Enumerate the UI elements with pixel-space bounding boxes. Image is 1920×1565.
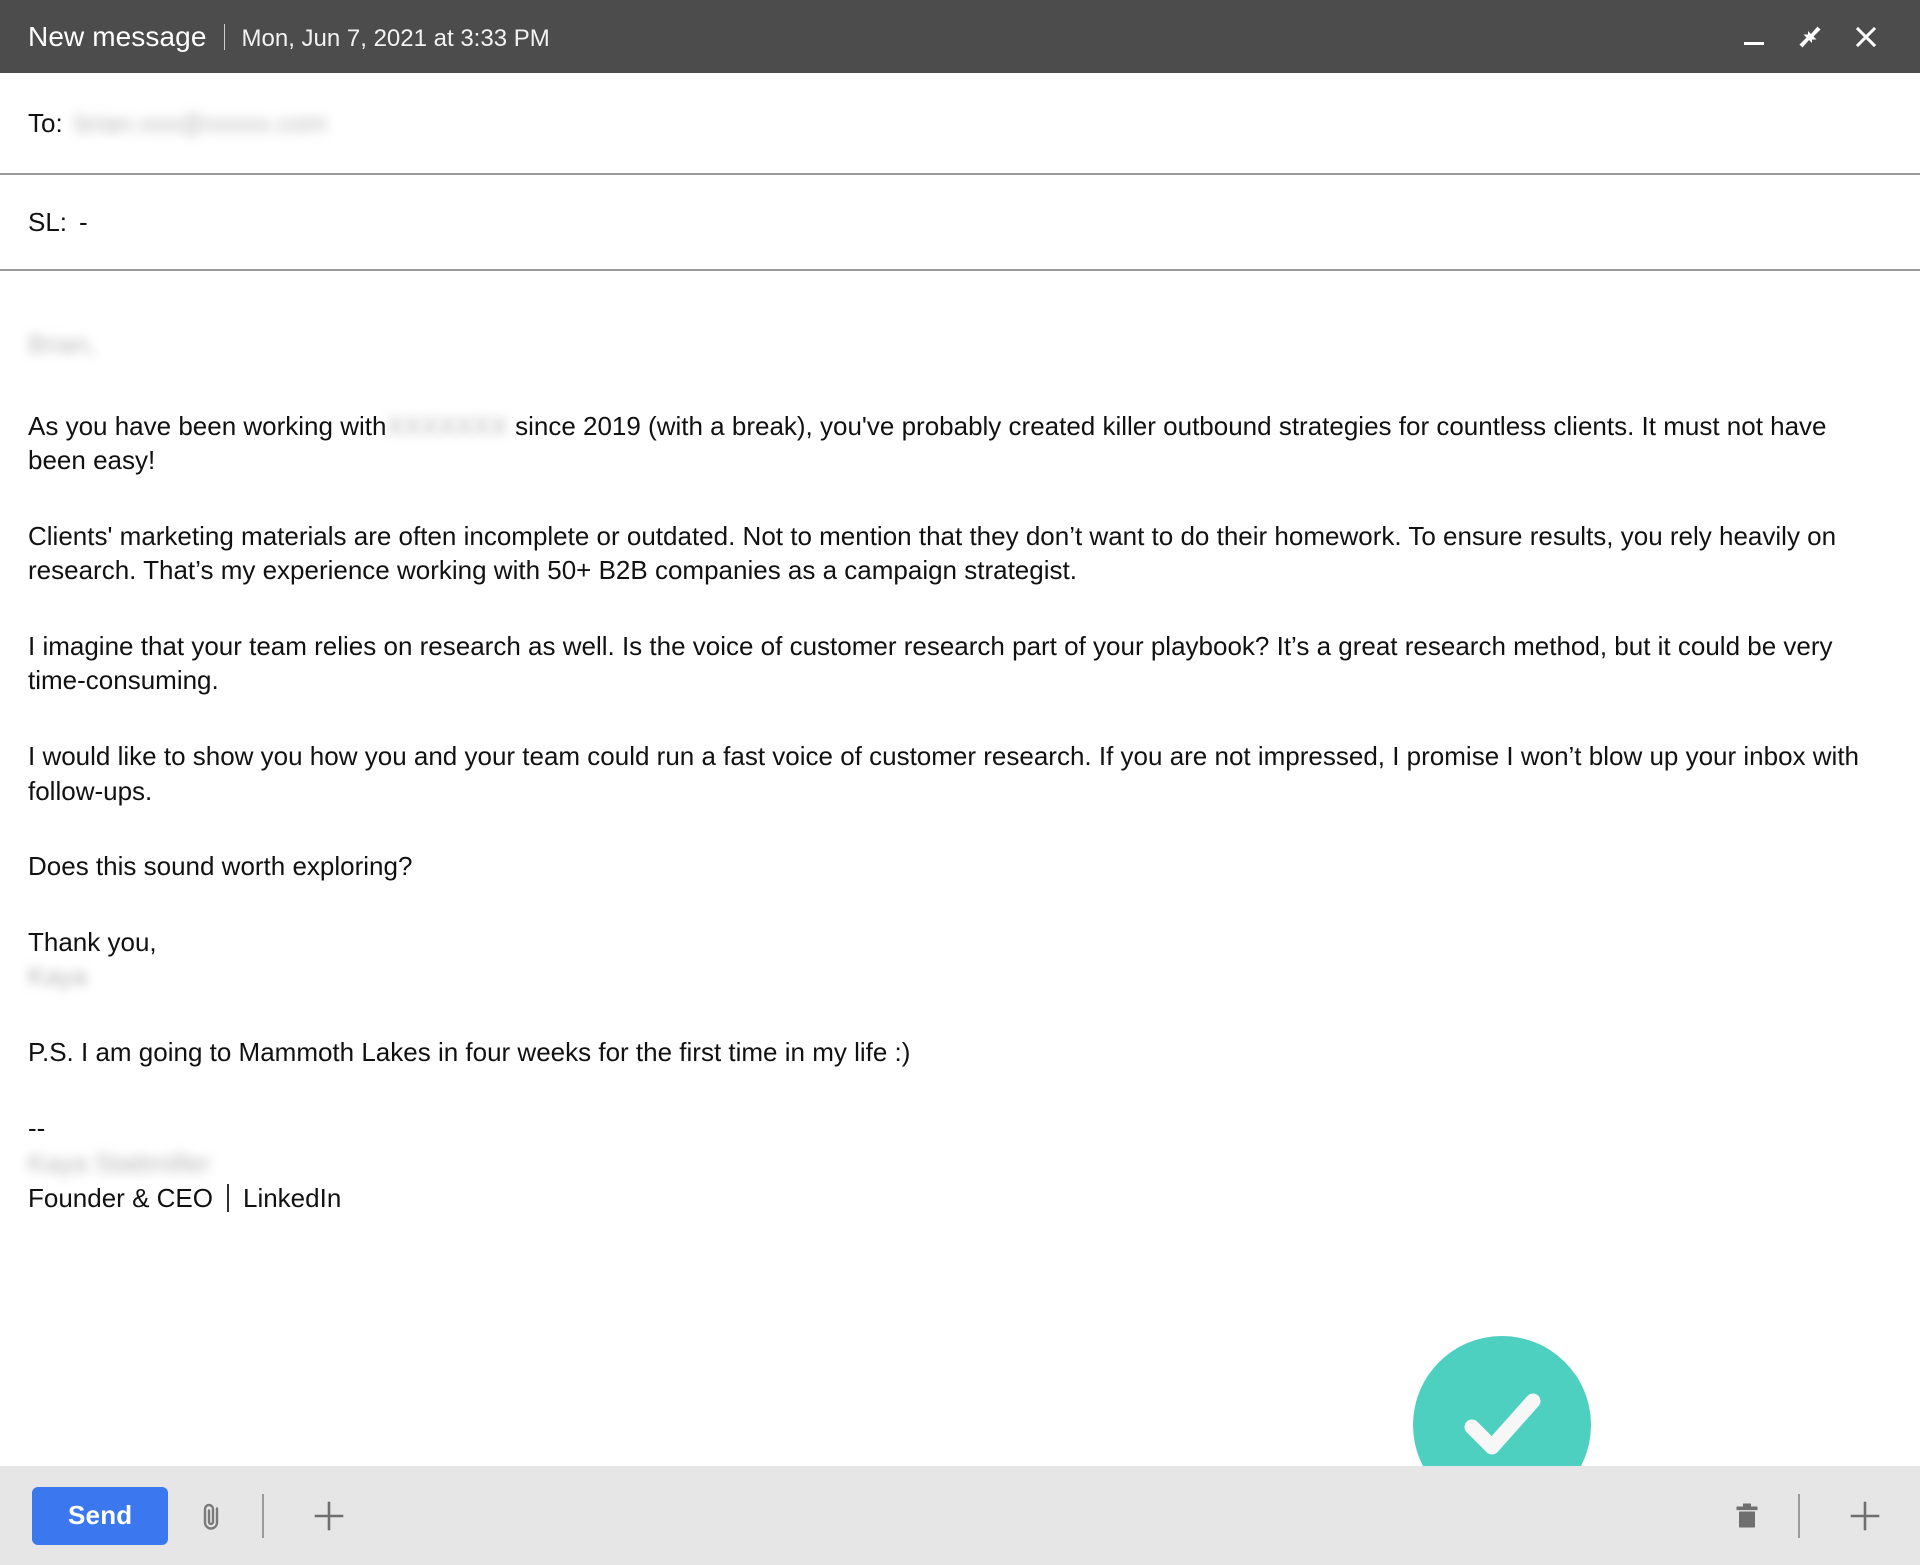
message-timestamp: Mon, Jun 7, 2021 at 3:33 PM: [241, 25, 550, 52]
signature-linkedin-link[interactable]: LinkedIn: [243, 1181, 341, 1216]
body-signer-name: Kaya: [28, 961, 88, 992]
success-check-icon: [1448, 1371, 1556, 1466]
close-icon: [1851, 22, 1881, 52]
compose-window: New message Mon, Jun 7, 2021 at 3:33 PM: [0, 0, 1920, 1565]
delete-draft-button[interactable]: [1718, 1487, 1776, 1545]
paragraph-1-lead: As you have been working with: [28, 410, 387, 441]
window-titlebar: New message Mon, Jun 7, 2021 at 3:33 PM: [0, 0, 1920, 73]
toolbar-divider-left: [262, 1493, 265, 1538]
message-body-area[interactable]: Brian, As you have been working withXXXX…: [0, 271, 1920, 1466]
collapse-inward-icon: [1795, 22, 1825, 52]
signature-dashes: --: [28, 1112, 46, 1143]
minimize-icon: [1739, 22, 1769, 52]
signature-separator: [226, 1183, 229, 1212]
subject-line-value: -: [79, 206, 88, 237]
paragraph-1-redacted-company: XXXXXXX: [386, 410, 508, 441]
collapse-button[interactable]: [1782, 9, 1838, 65]
to-label: To:: [28, 107, 63, 138]
window-controls: [1726, 9, 1894, 65]
to-recipient-value: brian.xxx@xxxxx.com: [74, 107, 327, 138]
window-title-group: New message Mon, Jun 7, 2021 at 3:33 PM: [28, 20, 550, 53]
subject-line-field-row[interactable]: SL: -: [0, 175, 1920, 271]
body-closing: Thank you,: [28, 926, 157, 957]
body-paragraph-1: As you have been working withXXXXXXX sin…: [28, 409, 1868, 478]
paperclip-icon: [194, 1499, 228, 1533]
body-paragraph-2: Clients' marketing materials are often i…: [28, 520, 1837, 586]
trash-icon: [1730, 1499, 1764, 1533]
body-closing-block: Thank you, Kaya: [28, 925, 1888, 995]
success-check-badge: [1413, 1336, 1591, 1466]
compose-toolbar: Send: [0, 1466, 1920, 1565]
attach-file-button[interactable]: [182, 1487, 240, 1545]
add-right-button[interactable]: [1836, 1487, 1894, 1545]
signature-block: -- Kaya Stattmiller Founder & CEO Linked…: [28, 1111, 1888, 1215]
signature-role: Founder & CEO: [28, 1182, 213, 1213]
subject-line-label: SL:: [28, 206, 68, 237]
email-body: Brian, As you have been working withXXXX…: [28, 327, 1888, 1215]
body-postscript: P.S. I am going to Mammoth Lakes in four…: [28, 1037, 911, 1068]
minimize-button[interactable]: [1726, 9, 1782, 65]
signature-name: Kaya Stattmiller: [28, 1147, 211, 1178]
body-greeting: Brian,: [28, 329, 96, 359]
page-title: New message: [28, 21, 207, 52]
plus-icon: [1846, 1497, 1884, 1535]
plus-icon: [310, 1497, 348, 1535]
body-paragraph-4: I would like to show you how you and you…: [28, 741, 1860, 806]
title-divider: [223, 24, 225, 50]
close-button[interactable]: [1838, 9, 1894, 65]
body-paragraph-5: Does this sound worth exploring?: [28, 851, 413, 882]
toolbar-divider-right: [1798, 1493, 1800, 1538]
signature-role-line: Founder & CEO LinkedIn: [28, 1181, 1888, 1216]
send-button[interactable]: Send: [32, 1486, 169, 1545]
body-paragraph-3: I imagine that your team relies on resea…: [28, 630, 1833, 696]
add-left-button[interactable]: [300, 1487, 358, 1545]
to-field-row[interactable]: To: brian.xxx@xxxxx.com: [0, 73, 1920, 175]
